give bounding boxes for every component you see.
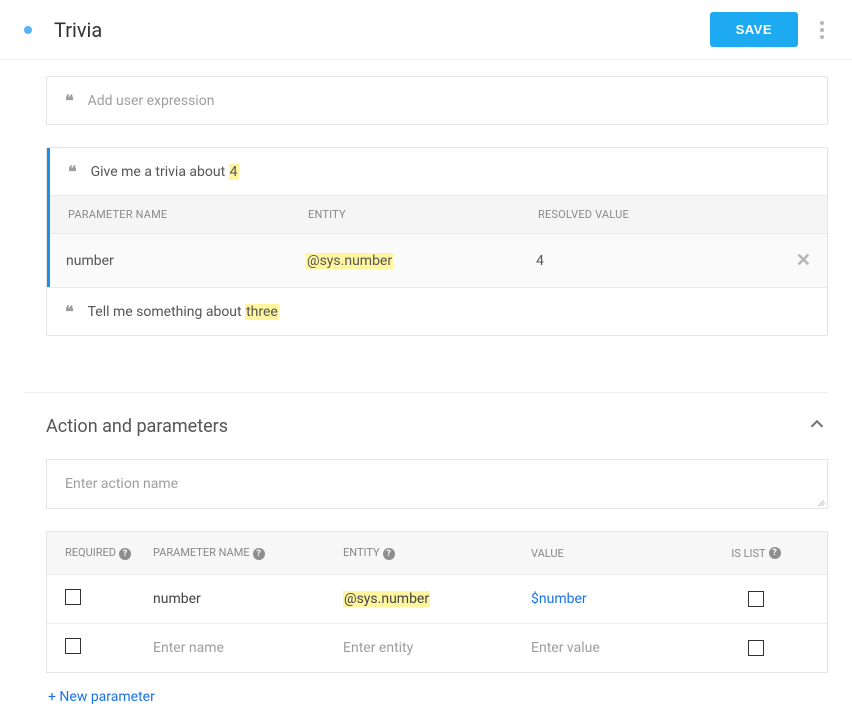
help-icon[interactable]: ?: [383, 548, 395, 560]
param-value-placeholder[interactable]: Enter value: [531, 640, 721, 656]
action-name-placeholder: Enter action name: [65, 476, 178, 492]
more-menu-icon[interactable]: [816, 17, 828, 43]
parameter-row-empty: Enter name Enter entity Enter value: [47, 623, 827, 672]
parameters-table-header: REQUIRED? PARAMETER NAME? ENTITY? VALUE …: [47, 532, 827, 574]
required-checkbox[interactable]: [65, 638, 81, 654]
header-entity: ENTITY: [308, 208, 538, 221]
required-checkbox[interactable]: [65, 589, 81, 605]
add-expression-placeholder: Add user expression: [88, 93, 215, 109]
expression-item-selected: ❝ Give me a trivia about 4 PARAMETER NAM…: [47, 148, 827, 287]
expression-prefix: Give me a trivia about: [91, 164, 229, 180]
expression-list: ❝ Give me a trivia about 4 PARAMETER NAM…: [46, 147, 828, 336]
help-icon[interactable]: ?: [769, 547, 781, 559]
param-entity-cell[interactable]: @sys.number: [306, 253, 536, 269]
expression-row[interactable]: ❝ Tell me something about three: [47, 287, 827, 335]
header-resolved-value: RESOLVED VALUE: [538, 208, 809, 221]
save-button[interactable]: SAVE: [710, 12, 798, 47]
param-name-placeholder[interactable]: Enter name: [153, 640, 343, 656]
resize-handle-icon[interactable]: [813, 494, 825, 506]
header-entity: ENTITY?: [343, 546, 531, 560]
section-title: Action and parameters: [46, 416, 228, 437]
expression-row[interactable]: ❝ Give me a trivia about 4: [50, 148, 827, 195]
entity-highlight: @sys.number: [306, 253, 393, 269]
param-name-cell[interactable]: number: [66, 253, 306, 269]
training-phrases-section: ❝ Add user expression ❝ Give me a trivia…: [0, 60, 852, 356]
islist-checkbox[interactable]: [748, 640, 764, 656]
parameters-table: REQUIRED? PARAMETER NAME? ENTITY? VALUE …: [46, 531, 828, 673]
help-icon[interactable]: ?: [119, 548, 131, 560]
help-icon[interactable]: ?: [253, 548, 265, 560]
param-entity-cell[interactable]: @sys.number: [343, 591, 531, 607]
expression-highlight[interactable]: three: [245, 304, 279, 320]
add-expression-input[interactable]: ❝ Add user expression: [46, 76, 828, 125]
header-is-list: IS LIST?: [721, 547, 791, 560]
header-parameter-name: PARAMETER NAME?: [153, 546, 343, 560]
page-title[interactable]: Trivia: [54, 18, 710, 42]
param-name-cell[interactable]: number: [153, 591, 343, 607]
remove-param-icon[interactable]: ✕: [781, 250, 811, 271]
param-table-row: number @sys.number 4 ✕: [50, 233, 827, 287]
action-name-input[interactable]: Enter action name: [46, 459, 828, 509]
header-parameter-name: PARAMETER NAME: [68, 208, 308, 221]
header-required: REQUIRED?: [65, 546, 153, 560]
section-header: Action and parameters: [46, 413, 828, 439]
new-parameter-link[interactable]: + New parameter: [48, 689, 828, 705]
quote-icon: ❝: [68, 162, 77, 181]
header-value: VALUE: [531, 547, 721, 560]
expression-highlight[interactable]: 4: [229, 164, 239, 180]
quote-icon: ❝: [65, 91, 74, 110]
page-header: Trivia SAVE: [0, 0, 852, 60]
collapse-chevron-icon[interactable]: [806, 413, 828, 439]
expression-text: Tell me something about three: [88, 304, 279, 320]
entity-highlight: @sys.number: [343, 591, 430, 607]
param-entity-placeholder[interactable]: Enter entity: [343, 640, 531, 656]
param-value-cell[interactable]: $number: [531, 591, 721, 607]
param-table-header: PARAMETER NAME ENTITY RESOLVED VALUE: [50, 195, 827, 233]
action-parameters-section: Action and parameters Enter action name …: [0, 393, 852, 715]
intent-dot-icon: [24, 26, 32, 34]
parameter-row: number @sys.number $number: [47, 574, 827, 623]
param-resolved-cell: 4: [536, 253, 781, 269]
expression-prefix: Tell me something about: [88, 304, 245, 320]
islist-checkbox[interactable]: [748, 591, 764, 607]
expression-text: Give me a trivia about 4: [91, 164, 239, 180]
quote-icon: ❝: [65, 302, 74, 321]
